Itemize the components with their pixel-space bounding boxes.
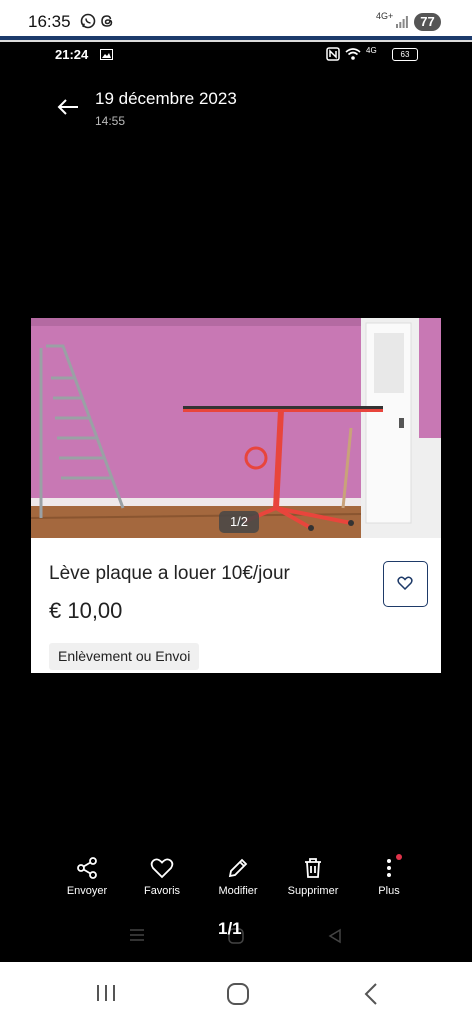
favorites-button[interactable]: Favoris (122, 855, 202, 897)
share-button[interactable]: Envoyer (47, 855, 127, 897)
trash-icon (305, 858, 321, 878)
share-icon (77, 857, 97, 879)
signal-icon (396, 16, 408, 28)
gallery-icon (100, 49, 113, 60)
outer-network-label: 4G+ (376, 11, 394, 21)
delete-label: Supprimer (287, 885, 339, 897)
inner-battery: 63 (392, 48, 418, 61)
outer-status-bar: 16:35 4G+ 77 (0, 0, 472, 40)
home-icon[interactable] (226, 982, 250, 1006)
listing-title: Lève plaque a louer 10€/jour (49, 563, 290, 584)
delivery-badge: Enlèvement ou Envoi (49, 643, 200, 670)
favorites-label: Favoris (143, 885, 181, 897)
heart-icon (397, 576, 413, 590)
listing-photo[interactable]: 1/2 (31, 318, 441, 538)
recent-apps-icon[interactable] (95, 983, 117, 1003)
more-vertical-icon (387, 859, 391, 877)
message-time: 14:55 (95, 114, 126, 128)
edit-button[interactable]: Modifier (198, 855, 278, 897)
recent-apps-icon (130, 929, 144, 941)
image-counter: 1/2 (219, 511, 259, 533)
listing-photo-image (31, 318, 441, 538)
back-arrow-icon[interactable] (56, 97, 80, 117)
wifi-icon (345, 48, 361, 60)
back-icon (328, 928, 341, 944)
more-button[interactable]: Plus (349, 855, 429, 897)
page-indicator: 1/1 (218, 919, 242, 938)
delete-button[interactable]: Supprimer (273, 855, 353, 897)
edit-label: Modifier (218, 885, 258, 897)
back-icon[interactable] (363, 982, 379, 1006)
message-date: 19 décembre 2023 (95, 89, 237, 108)
pencil-icon (228, 858, 248, 878)
listing-price: € 10,00 (49, 598, 123, 623)
inner-network-label: 4G (366, 46, 377, 55)
inner-clock: 21:24 (55, 47, 89, 62)
more-label: Plus (378, 885, 400, 897)
heart-icon (150, 858, 174, 879)
favorite-button[interactable] (383, 561, 428, 607)
threads-icon (101, 15, 113, 27)
action-bar: Envoyer Favoris Modifier Supprimer Plus (0, 855, 472, 905)
inner-status-bar: 21:24 4G 63 (0, 42, 472, 68)
outer-clock: 16:35 (28, 12, 71, 31)
system-navigation-bar (0, 962, 472, 1024)
outer-battery: 77 (414, 13, 441, 31)
share-label: Envoyer (66, 885, 108, 897)
listing-card[interactable]: 1/2 Lève plaque a louer 10€/jour € 10,00… (31, 318, 441, 673)
whatsapp-icon (80, 13, 96, 29)
nfc-icon (326, 47, 340, 61)
notification-dot (396, 854, 402, 860)
